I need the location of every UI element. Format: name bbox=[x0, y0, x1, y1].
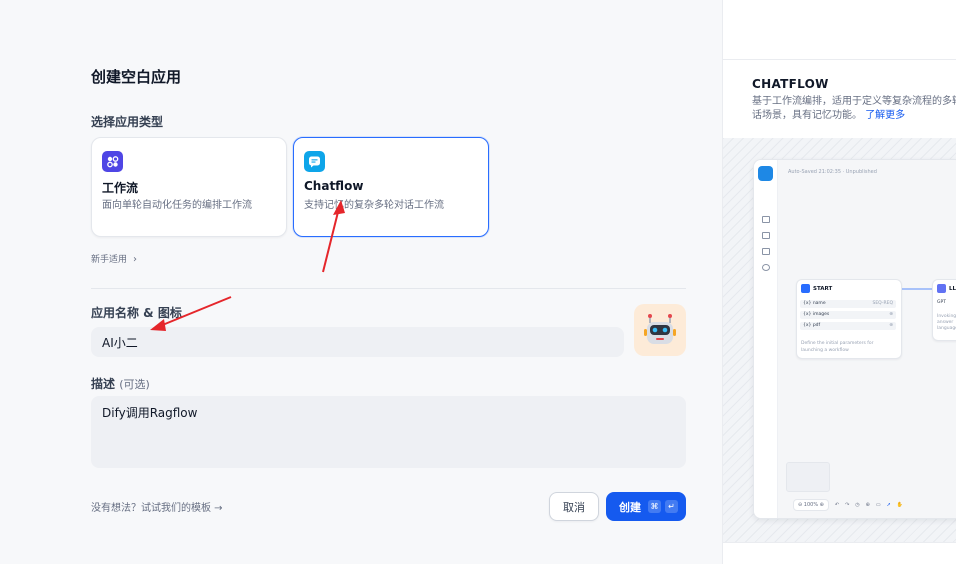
description-textarea[interactable]: Dify调用Ragflow bbox=[91, 396, 686, 468]
cancel-button[interactable]: 取消 bbox=[549, 492, 599, 521]
node-note: Invoking answer language bbox=[937, 314, 956, 331]
dialog-title: 创建空白应用 bbox=[91, 68, 182, 86]
node-variable: {x} images ⊕ bbox=[800, 311, 896, 319]
app-type-desc: 支持记忆的复杂多轮对话工作流 bbox=[304, 200, 444, 211]
description-label-text: 描述 bbox=[91, 377, 116, 391]
undo-icon: ↶ bbox=[834, 502, 840, 508]
cmd-key-icon: ⌘ bbox=[648, 500, 661, 513]
chevron-right-icon: › bbox=[133, 254, 138, 265]
app-type-chatflow-card[interactable]: Chatflow 支持记忆的复杂多轮对话工作流 bbox=[293, 137, 489, 237]
app-type-desc: 面向单轮自动化任务的编排工作流 bbox=[102, 200, 252, 211]
add-icon: ⊕ bbox=[865, 502, 870, 508]
chatflow-icon bbox=[304, 151, 325, 172]
preview-tool-icon bbox=[762, 248, 770, 255]
llm-icon bbox=[937, 284, 946, 293]
newbie-toggle[interactable]: 新手适用 › bbox=[91, 252, 137, 265]
preview-desc-text: 基于工作流编排，适用于定义等复杂流程的多轮对话场景，具有记忆功能。 bbox=[752, 96, 956, 121]
optional-tag: (可选) bbox=[119, 378, 150, 391]
preview-tool-icon bbox=[762, 232, 770, 239]
app-avatar-picker[interactable] bbox=[634, 304, 686, 356]
preview-sidebar bbox=[754, 160, 778, 518]
pointer-icon: ➚ bbox=[886, 502, 891, 508]
preview-tool-icon bbox=[762, 264, 770, 271]
history-icon: ◷ bbox=[855, 502, 860, 508]
create-button-label: 创建 bbox=[619, 500, 641, 514]
workflow-preview-image: Auto-Saved 21:02:35 · Unpublished START … bbox=[753, 159, 956, 519]
workflow-icon bbox=[102, 151, 123, 172]
description-label: 描述 (可选) bbox=[91, 375, 150, 392]
learn-more-link[interactable]: 了解更多 bbox=[865, 110, 905, 121]
node-connector bbox=[902, 288, 932, 290]
preview-panel: CHATFLOW 基于工作流编排，适用于定义等复杂流程的多轮对话场景，具有记忆功… bbox=[722, 0, 956, 564]
preview-description: 基于工作流编排，适用于定义等复杂流程的多轮对话场景，具有记忆功能。 了解更多 bbox=[752, 95, 956, 123]
app-name-label: 应用名称 & 图标 bbox=[91, 306, 182, 320]
app-name-input[interactable] bbox=[91, 327, 624, 357]
llm-model-tag: GPT bbox=[937, 300, 946, 305]
preview-header-area bbox=[723, 0, 956, 60]
app-type-label: 选择应用类型 bbox=[91, 115, 164, 129]
note-icon: ▭ bbox=[875, 502, 881, 508]
preview-tool-icon bbox=[762, 216, 770, 223]
preview-footer-area bbox=[723, 542, 956, 564]
robot-icon bbox=[758, 166, 773, 181]
llm-node-title: LL bbox=[937, 284, 956, 293]
robot-icon bbox=[644, 314, 676, 344]
hand-icon: ✋ bbox=[896, 502, 904, 508]
redo-icon: ↷ bbox=[845, 502, 850, 508]
node-variable: {x} name SEQ-REQ bbox=[800, 300, 896, 308]
create-app-dialog: 创建空白应用 选择应用类型 工作流 面向单轮自动化任务的编排工作流 Chatfl… bbox=[0, 0, 722, 564]
start-node: START {x} name SEQ-REQ {x} images ⊕ {x} pd… bbox=[796, 279, 902, 359]
preview-toolbar: ⊖ 100% ⊕ ↶ ↷ ◷ ⊕ ▭ ➚ ✋ bbox=[787, 496, 956, 514]
start-node-title: START bbox=[801, 284, 832, 293]
preview-status: Auto-Saved 21:02:35 · Unpublished bbox=[788, 169, 877, 175]
home-icon bbox=[801, 284, 810, 293]
llm-node: LL GPT Invoking answer language bbox=[932, 279, 956, 341]
enter-key-icon: ↵ bbox=[665, 500, 678, 513]
divider bbox=[91, 288, 686, 289]
app-type-name: 工作流 bbox=[102, 181, 139, 195]
create-button[interactable]: 创建 ⌘ ↵ bbox=[606, 492, 686, 521]
node-note: Define the initial parameters for launch… bbox=[801, 341, 874, 353]
zoom-control: ⊖ 100% ⊕ bbox=[793, 499, 829, 511]
app-type-name: Chatflow bbox=[304, 179, 364, 193]
try-templates-link[interactable]: 没有想法？试试我们的模板 → bbox=[91, 499, 223, 514]
preview-minimap bbox=[786, 462, 830, 492]
preview-title: CHATFLOW bbox=[752, 77, 829, 91]
newbie-label: 新手适用 bbox=[91, 255, 128, 265]
node-variable: {x} pdf ⊕ bbox=[800, 322, 896, 330]
app-type-workflow-card[interactable]: 工作流 面向单轮自动化任务的编排工作流 bbox=[91, 137, 287, 237]
